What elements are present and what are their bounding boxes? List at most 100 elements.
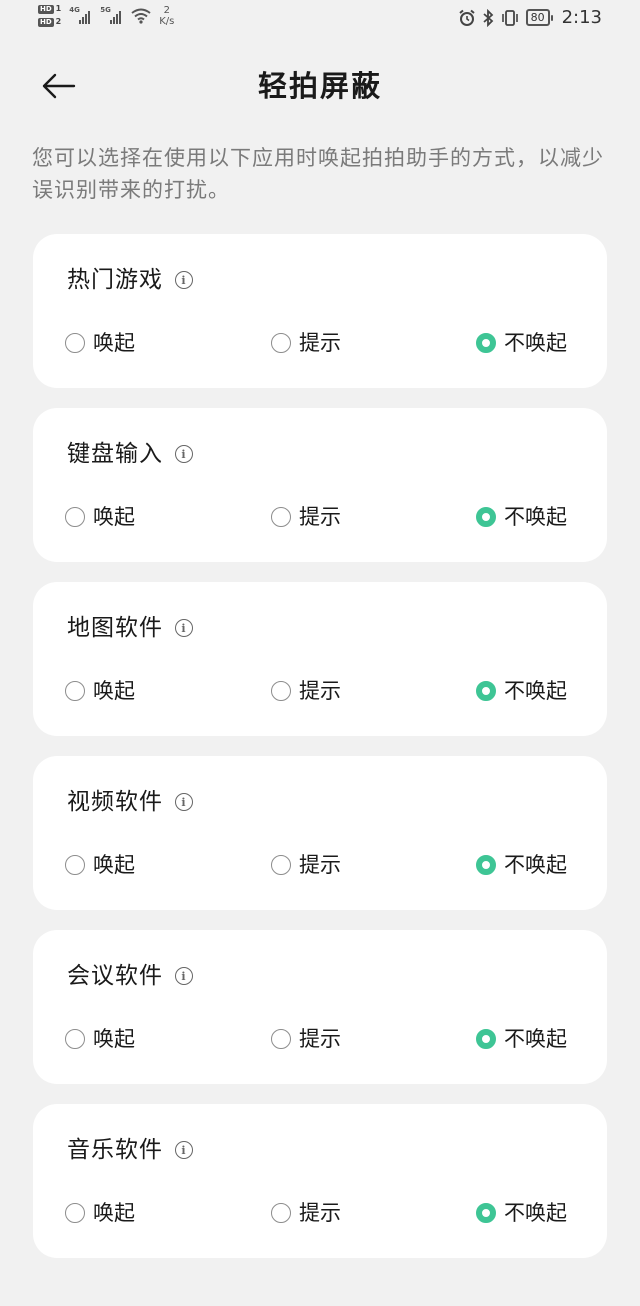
option-wake-radio[interactable]: 唤起 [65,1198,135,1228]
option-wake-label: 唤起 [93,853,135,877]
radio-unselected-icon[interactable] [65,681,85,701]
signal-2-icon: 5G [100,6,122,24]
category-card: 键盘输入 i 唤起 提示 不唤起 [33,408,607,562]
category-title-text: 热门游戏 [67,267,163,293]
option-no-wake-label: 不唤起 [504,679,567,703]
option-hint-label: 提示 [299,679,341,703]
option-wake-radio[interactable]: 唤起 [65,676,135,706]
option-wake-label: 唤起 [93,505,135,529]
radio-selected-icon[interactable] [476,1203,496,1223]
option-hint-label: 提示 [299,1027,341,1051]
bluetooth-icon [482,8,493,27]
radio-unselected-icon[interactable] [271,1029,291,1049]
hd2-badge: HD [38,17,54,27]
radio-selected-icon[interactable] [476,1029,496,1049]
option-wake-label: 唤起 [93,1027,135,1051]
status-bar-left: HD 1 HD 2 4G 5G 2 K/s [38,4,174,27]
option-hint-label: 提示 [299,505,341,529]
info-icon[interactable]: i [175,1141,193,1159]
category-card: 会议软件 i 唤起 提示 不唤起 [33,930,607,1084]
hd2-number: 2 [55,17,62,26]
radio-unselected-icon[interactable] [65,507,85,527]
vibrate-icon [501,9,518,26]
info-icon[interactable]: i [175,793,193,811]
option-no-wake-label: 不唤起 [504,853,567,877]
option-no-wake-label: 不唤起 [504,1201,567,1225]
info-icon[interactable]: i [175,271,193,289]
radio-unselected-icon[interactable] [271,1203,291,1223]
category-title: 视频软件 i [67,786,193,818]
category-title: 热门游戏 i [67,264,193,296]
option-wake-radio[interactable]: 唤起 [65,502,135,532]
net2-label: 5G [100,5,111,14]
radio-unselected-icon[interactable] [65,1029,85,1049]
clock: 2:13 [561,7,602,28]
radio-unselected-icon[interactable] [65,855,85,875]
hd1-number: 1 [55,4,62,13]
option-hint-radio[interactable]: 提示 [271,1024,341,1054]
page-title: 轻拍屏蔽 [257,69,382,103]
sim2-indicator: HD 2 [38,17,61,27]
option-wake-radio[interactable]: 唤起 [65,328,135,358]
info-icon[interactable]: i [175,967,193,985]
option-no-wake-label: 不唤起 [504,505,567,529]
category-title-text: 音乐软件 [67,1137,163,1163]
radio-selected-icon[interactable] [476,855,496,875]
speed-value: 2 [163,4,170,16]
net1-label: 4G [69,5,80,14]
info-icon[interactable]: i [175,619,193,637]
sim-indicators: HD 1 HD 2 [38,4,61,27]
status-bar-right: 80 2:13 [458,7,602,28]
category-title: 键盘输入 i [67,438,193,470]
option-no-wake-radio[interactable]: 不唤起 [476,850,567,880]
option-wake-label: 唤起 [93,331,135,355]
option-hint-radio[interactable]: 提示 [271,850,341,880]
radio-selected-icon[interactable] [476,507,496,527]
option-hint-radio[interactable]: 提示 [271,676,341,706]
radio-unselected-icon[interactable] [271,855,291,875]
status-bar: HD 1 HD 2 4G 5G 2 K/s 80 2:13 [0,0,640,40]
network-speed: 2 K/s [159,5,174,27]
category-card: 视频软件 i 唤起 提示 不唤起 [33,756,607,910]
option-wake-radio[interactable]: 唤起 [65,850,135,880]
radio-selected-icon[interactable] [476,333,496,353]
battery-indicator: 80 [525,9,553,26]
page-description: 您可以选择在使用以下应用时唤起拍拍助手的方式，以减少误识别带来的打扰。 [32,146,604,202]
option-no-wake-radio[interactable]: 不唤起 [476,502,567,532]
option-no-wake-radio[interactable]: 不唤起 [476,328,567,358]
option-wake-label: 唤起 [93,1201,135,1225]
option-hint-radio[interactable]: 提示 [271,1198,341,1228]
option-wake-label: 唤起 [93,679,135,703]
category-title-text: 键盘输入 [67,441,163,467]
option-hint-radio[interactable]: 提示 [271,328,341,358]
radio-unselected-icon[interactable] [65,333,85,353]
sim1-indicator: HD 1 [38,4,61,14]
option-hint-label: 提示 [299,331,341,355]
speed-unit: K/s [159,15,175,27]
hd1-badge: HD [38,4,54,14]
radio-unselected-icon[interactable] [271,507,291,527]
option-hint-label: 提示 [299,1201,341,1225]
category-title: 音乐软件 i [67,1134,193,1166]
option-wake-radio[interactable]: 唤起 [65,1024,135,1054]
bottom-fade [62,1296,262,1306]
option-no-wake-label: 不唤起 [504,331,567,355]
radio-unselected-icon[interactable] [271,681,291,701]
category-title: 会议软件 i [67,960,193,992]
radio-selected-icon[interactable] [476,681,496,701]
option-no-wake-radio[interactable]: 不唤起 [476,1198,567,1228]
radio-unselected-icon[interactable] [271,333,291,353]
category-title-text: 视频软件 [67,789,163,815]
option-hint-radio[interactable]: 提示 [271,502,341,532]
category-title: 地图软件 i [67,612,193,644]
category-card: 热门游戏 i 唤起 提示 不唤起 [33,234,607,388]
option-no-wake-radio[interactable]: 不唤起 [476,1024,567,1054]
wifi-icon [131,8,151,24]
category-title-text: 会议软件 [67,963,163,989]
option-no-wake-radio[interactable]: 不唤起 [476,676,567,706]
alarm-icon [458,9,475,26]
category-card: 音乐软件 i 唤起 提示 不唤起 [33,1104,607,1258]
info-icon[interactable]: i [175,445,193,463]
category-title-text: 地图软件 [67,615,163,641]
radio-unselected-icon[interactable] [65,1203,85,1223]
